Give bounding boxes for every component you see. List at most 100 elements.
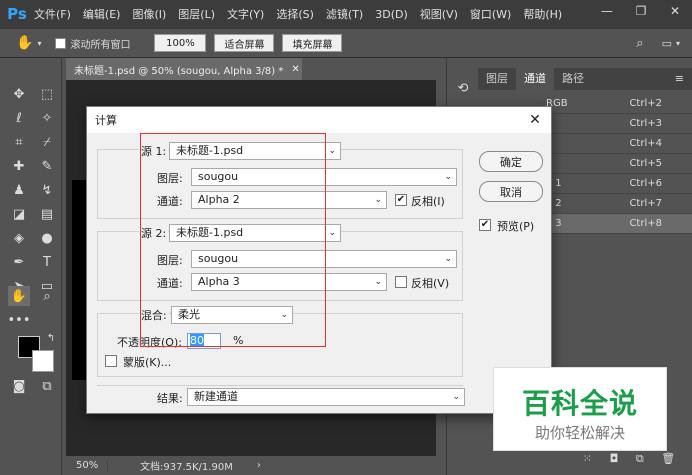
background-color[interactable] — [32, 350, 54, 372]
menu-layer[interactable]: 图层(L) — [178, 6, 215, 22]
lasso-tool-icon[interactable]: ℓ — [8, 108, 30, 128]
menu-3d[interactable]: 3D(D) — [375, 8, 408, 21]
source1-layer-select[interactable]: sougou ⌄ — [191, 168, 457, 186]
hand-tool-icon[interactable]: ✋ — [16, 35, 33, 51]
history-brush-icon[interactable]: ↯ — [36, 180, 58, 200]
gradient-tool-icon[interactable]: ▤ — [36, 204, 58, 224]
document-title: 未标题-1.psd @ 50% (sougou, Alpha 3/8) * — [74, 65, 284, 77]
source1-channel-label: 通道: — [157, 195, 183, 208]
save-selection-icon[interactable]: ◘ — [610, 452, 619, 468]
chevron-down-icon: ⌄ — [328, 228, 336, 238]
scroll-all-label: 滚动所有窗口 — [70, 39, 131, 51]
menu-edit[interactable]: 编辑(E) — [83, 6, 121, 22]
source1-file-value: 未标题-1.psd — [176, 144, 244, 157]
chevron-down-icon: ⌄ — [444, 254, 452, 264]
result-select[interactable]: 新建通道 ⌄ — [187, 388, 465, 406]
eraser-tool-icon[interactable]: ◪ — [8, 204, 30, 224]
type-tool-icon[interactable]: T — [36, 252, 58, 272]
source1-channel-select[interactable]: Alpha 2 ⌄ — [191, 191, 387, 209]
cancel-button[interactable]: 取消 — [479, 181, 543, 202]
eyedropper-icon[interactable]: ⌿ — [36, 132, 58, 152]
new-channel-icon[interactable]: ⧉ — [636, 452, 644, 468]
fit-screen-button[interactable]: 适合屏幕 — [214, 34, 275, 52]
healing-brush-icon[interactable]: ✚ — [8, 156, 30, 176]
document-info: 文档:937.5K/1.90M — [140, 462, 233, 473]
source2-layer-select[interactable]: sougou ⌄ — [191, 250, 457, 268]
mask-label[interactable]: 蒙版(K)... — [123, 354, 171, 370]
menu-image[interactable]: 图像(I) — [132, 6, 166, 22]
document-tab[interactable]: 未标题-1.psd @ 50% (sougou, Alpha 3/8) * ✕ — [66, 58, 302, 80]
dodge-tool-icon[interactable]: ● — [36, 228, 58, 248]
panel-tabs: 图层 通道 路径 ≡ — [478, 68, 692, 90]
scroll-all-checkbox[interactable] — [55, 37, 67, 49]
zoom-100-button[interactable]: 100% — [154, 34, 207, 52]
menu-window[interactable]: 窗口(W) — [470, 6, 511, 22]
chevron-right-icon[interactable]: › — [257, 460, 261, 471]
workspace-icon[interactable]: ▭ — [662, 37, 672, 50]
close-icon[interactable]: ✕ — [525, 110, 545, 130]
menu-help[interactable]: 帮助(H) — [523, 6, 562, 22]
opacity-input[interactable]: 80 — [187, 333, 221, 349]
source1-file-select[interactable]: 未标题-1.psd ⌄ — [169, 142, 341, 160]
brush-tool-icon[interactable]: ✎ — [36, 156, 58, 176]
menu-view[interactable]: 视图(V) — [420, 6, 458, 22]
source2-layer-label: 图层: — [157, 254, 183, 267]
swap-colors-icon[interactable]: ↰ — [40, 328, 62, 348]
panel-menu-icon[interactable]: ≡ — [675, 68, 684, 90]
source2-file-value: 未标题-1.psd — [176, 226, 244, 239]
ok-button[interactable]: 确定 — [479, 151, 543, 172]
trash-icon[interactable]: 🗑 — [661, 452, 675, 468]
window-controls: — ❐ ✕ — [590, 0, 692, 22]
load-selection-icon[interactable]: ⁙ — [583, 452, 592, 468]
source2-label: 源 2: — [139, 225, 169, 241]
more-tools-icon[interactable]: ••• — [8, 310, 31, 330]
blend-mode-value: 柔光 — [178, 308, 200, 321]
chevron-down-icon[interactable]: ▾ — [37, 39, 41, 48]
blur-tool-icon[interactable]: ◈ — [8, 228, 30, 248]
menu-filter[interactable]: 滤镜(T) — [326, 6, 363, 22]
watermark-subtitle: 助你轻松解决 — [534, 424, 625, 442]
minimize-icon[interactable]: — — [590, 0, 624, 22]
magic-wand-icon[interactable]: ✧ — [36, 108, 58, 128]
history-panel-icon[interactable]: ⟲ — [452, 78, 474, 98]
blend-mode-select[interactable]: 柔光 ⌄ — [171, 306, 293, 324]
search-icon[interactable]: ⌕ — [636, 36, 643, 51]
pen-tool-icon[interactable]: ✒ — [8, 252, 30, 272]
preview-checkbox[interactable]: ✔ — [479, 219, 491, 231]
menu-select[interactable]: 选择(S) — [276, 6, 314, 22]
tab-layers[interactable]: 图层 — [478, 68, 516, 90]
result-label: 结果: — [157, 392, 183, 405]
source1-invert-checkbox[interactable]: ✔ — [395, 194, 407, 206]
crop-tool-icon[interactable]: ⌗ — [8, 132, 30, 152]
marquee-tool-icon[interactable]: ⬚ — [36, 84, 58, 104]
quick-mask-icon[interactable]: ◙ — [8, 376, 30, 396]
screen-mode-icon[interactable]: ⧉ — [36, 376, 58, 396]
close-icon[interactable]: ✕ — [658, 0, 692, 22]
source1-invert-label: 反相(I) — [411, 195, 445, 208]
source2-invert-checkbox[interactable] — [395, 276, 407, 288]
maximize-icon[interactable]: ❐ — [624, 0, 658, 22]
stamp-tool-icon[interactable]: ♟ — [8, 180, 30, 200]
hand-tool-icon[interactable]: ✋ — [8, 286, 30, 306]
close-tab-icon[interactable]: ✕ — [291, 64, 299, 75]
source1-layer-value: sougou — [198, 170, 239, 183]
fill-screen-button[interactable]: 填充屏幕 — [282, 34, 343, 52]
channel-shortcut: Ctrl+4 — [629, 138, 662, 149]
source2-file-select[interactable]: 未标题-1.psd ⌄ — [169, 224, 341, 242]
zoom-tool-icon[interactable]: ⌕ — [36, 286, 58, 306]
source2-channel-select[interactable]: Alpha 3 ⌄ — [191, 273, 387, 291]
opacity-value: 80 — [190, 334, 204, 347]
zoom-level[interactable]: 50% — [66, 460, 108, 471]
menu-file[interactable]: 文件(F) — [34, 6, 71, 22]
tab-paths[interactable]: 路径 — [554, 68, 592, 90]
chevron-down-icon[interactable]: ▾ — [676, 39, 680, 48]
channel-shortcut: Ctrl+5 — [629, 158, 662, 169]
status-bar: 50% 文档:937.5K/1.90M › — [66, 456, 436, 475]
blend-label: 混合: — [139, 307, 169, 323]
tab-channels[interactable]: 通道 — [516, 68, 554, 90]
mask-checkbox[interactable] — [105, 355, 117, 367]
menu-type[interactable]: 文字(Y) — [227, 6, 264, 22]
move-tool-icon[interactable]: ✥ — [8, 84, 30, 104]
opacity-label: 不透明度(O): — [117, 336, 182, 349]
source2-channel-label: 通道: — [157, 277, 183, 290]
